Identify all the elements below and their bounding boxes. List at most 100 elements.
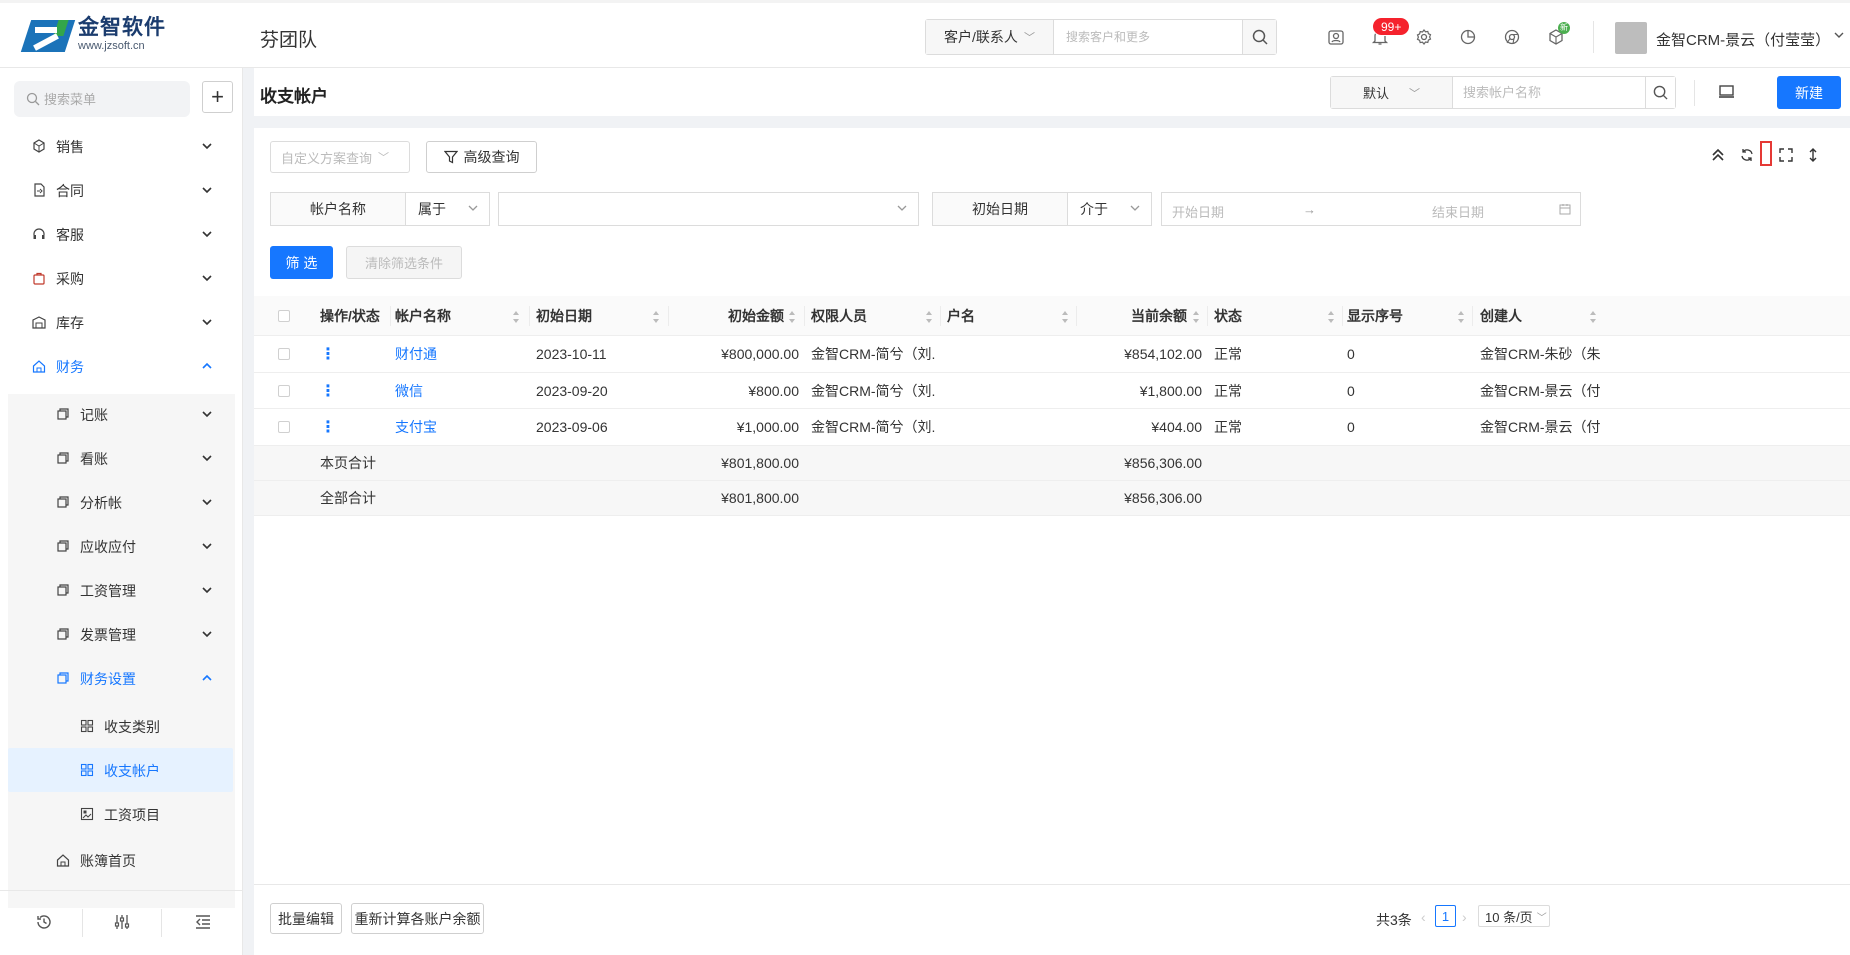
highlight-box[interactable] xyxy=(1760,141,1772,166)
start-date[interactable]: 开始日期 xyxy=(1172,202,1224,221)
sidebar-item-analysis[interactable]: 分析帐 xyxy=(0,480,243,524)
col-status[interactable]: 状态 xyxy=(1214,296,1324,335)
pie-chart-icon[interactable] xyxy=(1458,27,1478,47)
filter-account-name-op[interactable]: 属于 xyxy=(405,192,490,226)
sidebar-item-inventory[interactable]: 库存 xyxy=(0,300,243,344)
image-icon xyxy=(80,807,94,821)
batch-edit-button[interactable]: 批量编辑 xyxy=(270,903,342,934)
advanced-query-button[interactable]: 高级查询 xyxy=(426,141,537,173)
col-balance[interactable]: 当前余额 xyxy=(1077,296,1187,335)
history-icon[interactable] xyxy=(33,911,55,933)
contacts-icon[interactable] xyxy=(1326,27,1346,47)
recalculate-balance-button[interactable]: 重新计算各账户余额 xyxy=(351,903,484,934)
user-name[interactable]: 金智CRM-景云（付莹莹） xyxy=(1656,29,1830,50)
collapse-menu-icon[interactable] xyxy=(192,911,214,933)
sort-icon[interactable] xyxy=(1060,309,1070,325)
sort-icon[interactable] xyxy=(1456,309,1466,325)
sidebar-item-sales[interactable]: 销售 xyxy=(0,124,243,168)
avatar[interactable] xyxy=(1615,22,1647,54)
sort-icon[interactable] xyxy=(924,309,934,325)
sort-icon[interactable] xyxy=(651,309,661,325)
col-init-date[interactable]: 初始日期 xyxy=(536,296,646,335)
table-row[interactable]: ⋮ 支付宝 2023-09-06 ¥1,000.00 金智CRM-简兮（刘...… xyxy=(254,409,1850,446)
account-name-link[interactable]: 财付通 xyxy=(395,336,525,372)
more-actions-icon[interactable]: ⋮ xyxy=(320,373,340,408)
sidebar-item-salary-items[interactable]: 工资项目 xyxy=(0,792,243,836)
sidebar-item-invoice[interactable]: 发票管理 xyxy=(0,612,243,656)
sidebar-item-payroll[interactable]: 工资管理 xyxy=(0,568,243,612)
sidebar-item-income-account[interactable]: 收支帐户 xyxy=(8,748,233,792)
sidebar-item-ledger-home[interactable]: 账簿首页 xyxy=(0,838,243,882)
table-row[interactable]: ⋮ 财付通 2023-10-11 ¥800,000.00 金智CRM-简兮（刘.… xyxy=(254,336,1850,373)
row-checkbox[interactable] xyxy=(278,409,298,445)
creator: 金智CRM-朱砂（朱... xyxy=(1480,346,1600,362)
sidebar-item-receivable-payable[interactable]: 应收应付 xyxy=(0,524,243,568)
sort-icon[interactable] xyxy=(1326,309,1336,325)
row-height-icon[interactable] xyxy=(1804,145,1822,165)
chevron-right-icon[interactable]: › xyxy=(1462,909,1467,925)
row-checkbox[interactable] xyxy=(278,373,298,408)
col-account-name[interactable]: 帐户名称 xyxy=(395,296,505,335)
filter-account-name-value[interactable] xyxy=(498,192,919,226)
select-all-checkbox[interactable] xyxy=(278,296,298,335)
end-date[interactable]: 结束日期 xyxy=(1432,202,1484,221)
sidebar-item-contract[interactable]: 合同 xyxy=(0,168,243,212)
page-size-select[interactable]: 10 条/页 ﹀ xyxy=(1478,905,1550,927)
sliders-icon[interactable] xyxy=(111,911,133,933)
row-checkbox[interactable] xyxy=(278,336,298,372)
account-search-input[interactable] xyxy=(1453,77,1645,108)
notification-badge: 99+ xyxy=(1372,17,1411,36)
sort-icon[interactable] xyxy=(1191,309,1201,325)
table-row[interactable]: ⋮ 微信 2023-09-20 ¥800.00 金智CRM-简兮（刘... ¥1… xyxy=(254,373,1850,409)
page-number[interactable]: 1 xyxy=(1435,905,1456,927)
sort-icon[interactable] xyxy=(1588,309,1598,325)
monitor-icon[interactable] xyxy=(1718,84,1735,103)
sort-icon[interactable] xyxy=(511,309,521,325)
refresh-icon[interactable] xyxy=(1738,145,1756,165)
view-select[interactable]: 默认 ﹀ xyxy=(1331,77,1453,108)
sidebar-item-view-accounts[interactable]: 看账 xyxy=(0,436,243,480)
collapse-up-icon[interactable] xyxy=(1709,145,1727,165)
team-name[interactable]: 芬团队 xyxy=(260,25,317,52)
brand-logo[interactable]: 金智软件 www.jzsoft.cn xyxy=(20,17,166,53)
copy-icon xyxy=(57,584,69,596)
sidebar-item-finance-settings[interactable]: 财务设置 xyxy=(0,656,243,700)
sidebar-item-service[interactable]: 客服 xyxy=(0,212,243,256)
col-holder[interactable]: 户名 xyxy=(947,296,1057,335)
col-creator[interactable]: 创建人 xyxy=(1480,296,1590,335)
chevron-down-icon: ﹀ xyxy=(378,152,390,164)
copy-icon xyxy=(57,408,69,420)
account-name-link[interactable]: 微信 xyxy=(395,373,525,408)
sidebar-item-income-category[interactable]: 收支类别 xyxy=(0,704,243,748)
sidebar-item-purchase[interactable]: 采购 xyxy=(0,256,243,300)
more-actions-icon[interactable]: ⋮ xyxy=(320,336,340,372)
date-range-picker[interactable]: 开始日期 → 结束日期 xyxy=(1161,192,1581,226)
clear-filter-button[interactable]: 清除筛选条件 xyxy=(346,246,462,279)
filter-button[interactable]: 筛 选 xyxy=(270,246,333,279)
content-header: 收支帐户 默认﹀ 新建 xyxy=(254,68,1850,116)
account-name-link[interactable]: 支付宝 xyxy=(395,409,525,445)
search-scope-select[interactable]: 客户/联系人 ﹀ xyxy=(926,20,1054,54)
chevron-down-icon[interactable] xyxy=(1833,28,1845,44)
chevron-left-icon[interactable]: ‹ xyxy=(1421,909,1426,925)
new-button[interactable]: 新建 xyxy=(1777,76,1841,109)
menu-search-input[interactable] xyxy=(44,91,184,107)
browser-icon[interactable] xyxy=(1502,27,1522,47)
account-search-button[interactable] xyxy=(1645,77,1675,108)
add-menu-button[interactable]: + xyxy=(202,81,233,113)
search-button[interactable] xyxy=(1242,20,1276,54)
copy-icon xyxy=(57,672,69,684)
more-actions-icon[interactable]: ⋮ xyxy=(320,409,340,445)
col-permission[interactable]: 权限人员 xyxy=(811,296,921,335)
gear-icon[interactable] xyxy=(1414,27,1434,47)
col-order[interactable]: 显示序号 xyxy=(1347,296,1457,335)
col-init-amount[interactable]: 初始金额 xyxy=(669,296,784,335)
logo-mark-icon xyxy=(20,17,76,53)
sidebar-item-bookkeeping[interactable]: 记账 xyxy=(0,392,243,436)
fullscreen-icon[interactable] xyxy=(1777,145,1795,165)
sort-icon[interactable] xyxy=(787,309,797,325)
filter-init-date-op[interactable]: 介于 xyxy=(1067,192,1152,226)
scheme-select[interactable]: 自定义方案查询 ﹀ xyxy=(270,141,410,173)
global-search-input[interactable] xyxy=(1054,20,1242,54)
sidebar-item-finance[interactable]: 财务 xyxy=(0,344,243,388)
